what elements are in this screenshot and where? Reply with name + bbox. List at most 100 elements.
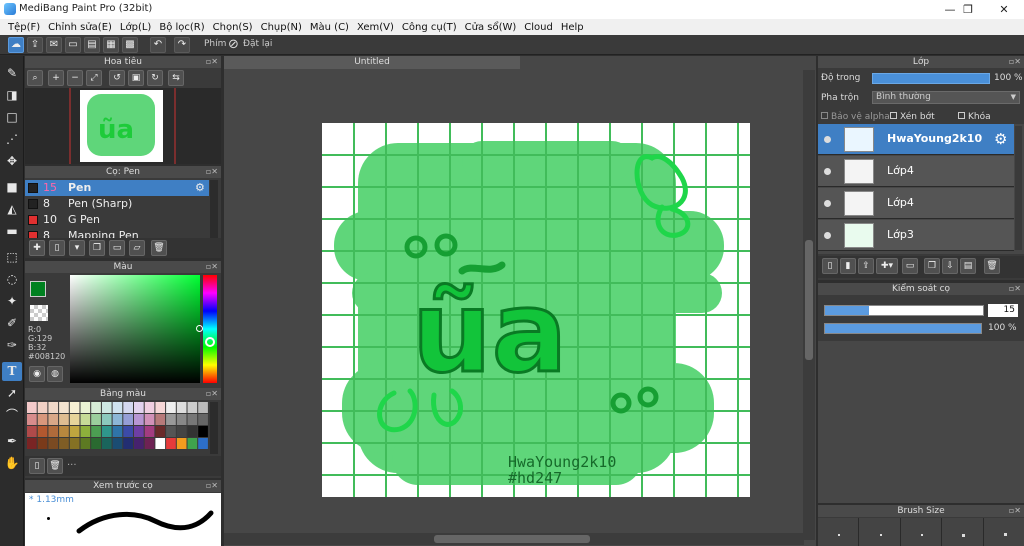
page-icon[interactable]: ▤ xyxy=(84,37,100,53)
fill-rect-tool-icon[interactable]: ■ xyxy=(2,178,22,197)
palette-swatch[interactable] xyxy=(155,438,166,449)
eye-icon[interactable] xyxy=(824,232,831,239)
palette-swatch[interactable] xyxy=(144,402,155,413)
color-set-icon[interactable]: ◍ xyxy=(47,366,63,382)
merge-layer-icon[interactable]: ⇩ xyxy=(942,258,958,274)
palette-swatch[interactable] xyxy=(134,438,144,449)
palette-swatch[interactable] xyxy=(112,414,123,425)
upload-icon[interactable]: ⇪ xyxy=(27,37,43,53)
palette-swatch[interactable] xyxy=(91,402,101,413)
trash-icon[interactable]: 🗑 xyxy=(151,240,167,256)
palette-swatch[interactable] xyxy=(176,414,187,425)
palette-swatch[interactable] xyxy=(112,402,123,413)
brush-item[interactable]: 8 Pen (Sharp) xyxy=(25,196,209,212)
select-pen-icon[interactable]: ✐ xyxy=(2,314,22,333)
rectangle-tool-icon[interactable]: □ xyxy=(2,108,22,127)
palette-swatch[interactable] xyxy=(155,402,166,413)
palette-swatch[interactable] xyxy=(101,426,112,437)
canvas-tab[interactable]: Untitled xyxy=(224,56,520,69)
comment-icon[interactable]: ✉ xyxy=(46,37,62,53)
palette-swatch[interactable] xyxy=(48,414,59,425)
palette-swatch[interactable] xyxy=(155,414,166,425)
grid-icon[interactable]: ▩ xyxy=(122,37,138,53)
brush-opacity-slider[interactable] xyxy=(824,323,982,334)
hue-slider[interactable] xyxy=(203,275,217,383)
redo-icon[interactable]: ↷ xyxy=(174,37,190,53)
reset-icon[interactable]: ⊘ xyxy=(228,37,244,53)
panel-expand-icon[interactable]: ▫✕ xyxy=(206,261,218,273)
palette-swatch[interactable] xyxy=(37,402,48,413)
gear-icon[interactable]: ⚙ xyxy=(994,130,1007,148)
layer-opacity-slider[interactable] xyxy=(872,73,990,84)
add-layer-menu-icon[interactable]: ✚▾ xyxy=(876,258,898,274)
palette-swatch[interactable] xyxy=(187,402,198,413)
palette-swatch[interactable] xyxy=(187,438,198,449)
palette-swatch[interactable] xyxy=(27,438,37,449)
palette-swatch[interactable] xyxy=(91,414,101,425)
zoom-icon[interactable]: ⌕ xyxy=(27,70,43,86)
menu-cloud[interactable]: Cloud xyxy=(520,22,557,33)
brush-size-preset[interactable] xyxy=(818,518,860,546)
eye-icon[interactable] xyxy=(824,200,831,207)
palette-swatch[interactable] xyxy=(37,426,48,437)
folder-open-icon[interactable]: ▱ xyxy=(129,240,145,256)
duplicate-layer-icon[interactable]: ❐ xyxy=(924,258,940,274)
palette-swatch[interactable] xyxy=(123,426,133,437)
palette-swatch[interactable] xyxy=(134,426,144,437)
palette-swatch[interactable] xyxy=(27,426,37,437)
close-button[interactable]: ✕ xyxy=(986,0,1022,19)
layer-row[interactable]: Lớp3 xyxy=(818,220,1014,251)
palette-more-button[interactable]: ··· xyxy=(67,460,77,471)
document-icon[interactable]: ▦ xyxy=(103,37,119,53)
zoom-in-icon[interactable]: + xyxy=(48,70,64,86)
menu-filter[interactable]: Bộ lọc(R) xyxy=(155,22,208,33)
hand-tool-icon[interactable]: ✋ xyxy=(2,454,22,473)
flip-icon[interactable]: ⇆ xyxy=(168,70,184,86)
actual-size-icon[interactable]: ▣ xyxy=(128,70,144,86)
palette-swatch[interactable] xyxy=(69,414,80,425)
move-tool-icon[interactable]: ✥ xyxy=(2,152,22,171)
palette-swatch[interactable] xyxy=(144,414,155,425)
palette-swatch[interactable] xyxy=(69,402,80,413)
palette-swatch[interactable] xyxy=(187,414,198,425)
palette-swatch[interactable] xyxy=(112,426,123,437)
select-tool-icon[interactable]: ⬚ xyxy=(2,248,22,267)
layer-folder-icon[interactable]: ▭ xyxy=(902,258,918,274)
operation-tool-icon[interactable]: ➚ xyxy=(2,384,22,403)
palette-swatch[interactable] xyxy=(198,414,208,425)
palette-swatch[interactable] xyxy=(198,402,208,413)
eye-icon[interactable] xyxy=(824,168,831,175)
brush-size-slider[interactable] xyxy=(824,305,984,316)
palette-swatch[interactable] xyxy=(48,426,59,437)
palette-swatch[interactable] xyxy=(198,438,208,449)
palette-swatch[interactable] xyxy=(123,414,133,425)
menu-window[interactable]: Cửa sổ(W) xyxy=(461,22,521,33)
navigator-thumbnail-area[interactable]: ũa xyxy=(25,88,221,164)
brush-size-preset[interactable] xyxy=(901,518,943,546)
lock-checkbox[interactable] xyxy=(958,112,965,119)
palette-swatch[interactable] xyxy=(80,402,91,413)
reset-button[interactable]: Đặt lại xyxy=(243,39,272,49)
import-icon[interactable]: ⇪ xyxy=(858,258,874,274)
menu-view[interactable]: Xem(V) xyxy=(353,22,398,33)
palette-swatch[interactable] xyxy=(176,426,187,437)
fit-icon[interactable]: ⤢ xyxy=(86,70,102,86)
new-brush-icon[interactable]: ▯ xyxy=(49,240,65,256)
menu-file[interactable]: Tệp(F) xyxy=(4,22,44,33)
palette-swatch[interactable] xyxy=(123,402,133,413)
add-brush-icon[interactable]: ✚ xyxy=(29,240,45,256)
palette-swatches[interactable] xyxy=(27,402,209,454)
menu-layer[interactable]: Lớp(L) xyxy=(116,22,155,33)
layer-row[interactable]: HwaYoung2k10 ⚙ xyxy=(818,124,1014,155)
palette-swatch[interactable] xyxy=(134,402,144,413)
rotate-right-icon[interactable]: ↻ xyxy=(147,70,163,86)
palette-swatch[interactable] xyxy=(59,426,69,437)
panel-expand-icon[interactable]: ▫✕ xyxy=(1009,505,1021,517)
panel-expand-icon[interactable]: ▫✕ xyxy=(206,388,218,400)
copy-brush-icon[interactable]: ❐ xyxy=(89,240,105,256)
eraser-tool-icon[interactable]: ◨ xyxy=(2,86,22,105)
brush-size-value[interactable]: 15 xyxy=(988,304,1018,317)
folder-icon[interactable]: ▭ xyxy=(109,240,125,256)
delete-palette-icon[interactable]: 🗑 xyxy=(47,458,63,474)
palette-swatch[interactable] xyxy=(101,402,112,413)
